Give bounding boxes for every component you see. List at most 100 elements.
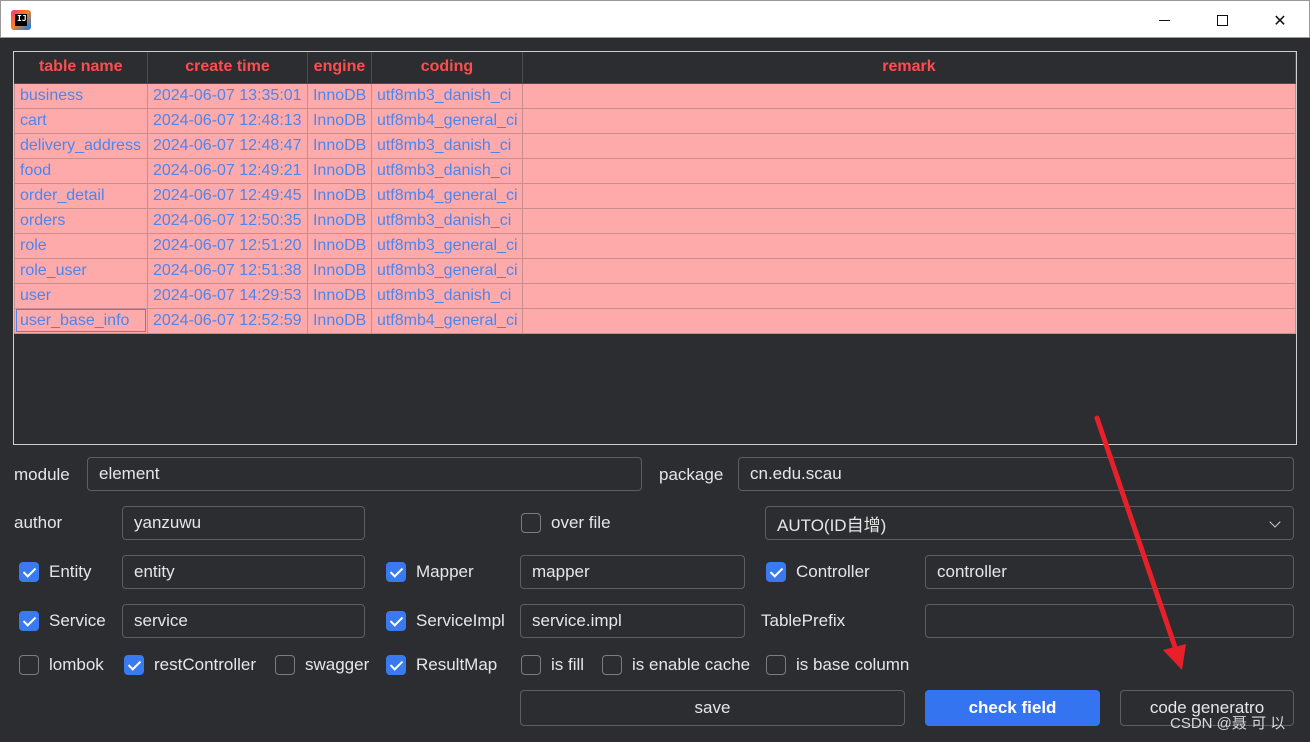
serviceimpl-label: ServiceImpl	[416, 611, 505, 630]
tableprefix-input[interactable]	[925, 604, 1294, 638]
cell-engine[interactable]: InnoDB	[306, 182, 372, 209]
cell-create-time[interactable]: 2024-06-07 12:51:38	[146, 257, 308, 284]
minimize-button[interactable]	[1135, 1, 1193, 39]
id-type-select[interactable]: AUTO(ID自增)	[765, 506, 1294, 540]
is-fill-checkbox[interactable]	[521, 655, 541, 675]
swagger-label: swagger	[305, 655, 370, 674]
table-row[interactable]: delivery_address 2024-06-07 12:48:47 InnoD…	[14, 132, 1296, 159]
table-row[interactable]: order_detail 2024-06-07 12:49:45 InnoDB utf…	[14, 182, 1296, 209]
entity-checkbox[interactable]	[19, 562, 39, 582]
serviceimpl-input[interactable]: service.impl	[520, 604, 745, 638]
cell-create-time[interactable]: 2024-06-07 12:51:20	[146, 232, 308, 259]
cell-table-name[interactable]: delivery_address	[14, 132, 148, 159]
cell-remark[interactable]	[521, 282, 1296, 309]
column-header-remark[interactable]: remark	[522, 52, 1296, 84]
table-row[interactable]: food 2024-06-07 12:49:21 InnoDB utf8mb3_dan…	[14, 157, 1296, 184]
cell-create-time[interactable]: 2024-06-07 13:35:01	[146, 82, 308, 109]
cell-engine[interactable]: InnoDB	[306, 282, 372, 309]
table-row[interactable]: business 2024-06-07 13:35:01 InnoDB utf8mb3…	[14, 82, 1296, 109]
service-input[interactable]: service	[122, 604, 365, 638]
cell-coding[interactable]: utf8mb4_general_ci	[370, 182, 523, 209]
cell-create-time[interactable]: 2024-06-07 12:49:21	[146, 157, 308, 184]
table-row[interactable]: orders 2024-06-07 12:50:35 InnoDB utf8mb3_d…	[14, 207, 1296, 234]
module-input[interactable]: element	[87, 457, 642, 491]
cell-remark[interactable]	[521, 132, 1296, 159]
watermark: CSDN @聂 可 以	[1170, 715, 1286, 732]
cell-engine[interactable]: InnoDB	[306, 232, 372, 259]
cell-table-name[interactable]: role_user	[14, 257, 148, 284]
column-header-coding[interactable]: coding	[371, 52, 523, 84]
column-header-table-name[interactable]: table name	[14, 52, 148, 84]
cell-engine[interactable]: InnoDB	[306, 157, 372, 184]
mapper-input[interactable]: mapper	[520, 555, 745, 589]
cell-create-time[interactable]: 2024-06-07 12:50:35	[146, 207, 308, 234]
cell-create-time[interactable]: 2024-06-07 12:49:45	[146, 182, 308, 209]
cell-coding[interactable]: utf8mb3_general_ci	[370, 232, 523, 259]
table-row[interactable]: role_user 2024-06-07 12:51:38 InnoDB utf8mb…	[14, 257, 1296, 284]
cell-coding[interactable]: utf8mb3_danish_ci	[370, 132, 523, 159]
over-file-label: over file	[551, 513, 611, 532]
table-body: business 2024-06-07 13:35:01 InnoDB utf8mb3…	[14, 82, 1296, 334]
resultmap-checkbox[interactable]	[386, 655, 406, 675]
table-list[interactable]: table name create time engine coding rem…	[13, 51, 1297, 445]
mapper-checkbox[interactable]	[386, 562, 406, 582]
author-input[interactable]: yanzuwu	[122, 506, 365, 540]
cell-coding[interactable]: utf8mb4_general_ci	[370, 107, 523, 134]
cell-table-name[interactable]: business	[14, 82, 148, 109]
cell-engine[interactable]: InnoDB	[306, 307, 372, 334]
cell-create-time[interactable]: 2024-06-07 14:29:53	[146, 282, 308, 309]
cell-remark[interactable]	[521, 182, 1296, 209]
enable-cache-checkbox[interactable]	[602, 655, 622, 675]
cell-remark[interactable]	[521, 257, 1296, 284]
cell-coding[interactable]: utf8mb3_danish_ci	[370, 207, 523, 234]
lombok-checkbox[interactable]	[19, 655, 39, 675]
cell-coding[interactable]: utf8mb3_danish_ci	[370, 282, 523, 309]
cell-table-name[interactable]: cart	[14, 107, 148, 134]
cell-coding[interactable]: utf8mb4_general_ci	[370, 307, 523, 334]
cell-coding[interactable]: utf8mb3_general_ci	[370, 257, 523, 284]
over-file-checkbox[interactable]	[521, 513, 541, 533]
cell-engine[interactable]: InnoDB	[306, 107, 372, 134]
cell-table-name[interactable]: user	[14, 282, 148, 309]
service-checkbox[interactable]	[19, 611, 39, 631]
maximize-button[interactable]	[1193, 1, 1251, 39]
cell-remark[interactable]	[521, 307, 1296, 334]
serviceimpl-checkbox[interactable]	[386, 611, 406, 631]
cell-table-name[interactable]: food	[14, 157, 148, 184]
table-row[interactable]: user 2024-06-07 14:29:53 InnoDB utf8mb3_dan…	[14, 282, 1296, 309]
cell-create-time[interactable]: 2024-06-07 12:48:47	[146, 132, 308, 159]
cell-engine[interactable]: InnoDB	[306, 207, 372, 234]
is-fill-label: is fill	[551, 655, 585, 674]
cell-remark[interactable]	[521, 82, 1296, 109]
cell-coding[interactable]: utf8mb3_danish_ci	[370, 82, 523, 109]
controller-input[interactable]: controller	[925, 555, 1294, 589]
cell-table-name[interactable]: orders	[14, 207, 148, 234]
swagger-checkbox[interactable]	[275, 655, 295, 675]
restcontroller-checkbox[interactable]	[124, 655, 144, 675]
cell-create-time[interactable]: 2024-06-07 12:48:13	[146, 107, 308, 134]
save-button[interactable]: save	[520, 690, 905, 726]
controller-checkbox[interactable]	[766, 562, 786, 582]
cell-remark[interactable]	[521, 232, 1296, 259]
package-input[interactable]: cn.edu.scau	[738, 457, 1294, 491]
cell-table-name[interactable]: user_base_info	[14, 307, 148, 334]
check-field-button[interactable]: check field	[925, 690, 1100, 726]
cell-engine[interactable]: InnoDB	[306, 82, 372, 109]
cell-create-time[interactable]: 2024-06-07 12:52:59	[146, 307, 308, 334]
cell-remark[interactable]	[521, 157, 1296, 184]
cell-engine[interactable]: InnoDB	[306, 257, 372, 284]
cell-table-name[interactable]: role	[14, 232, 148, 259]
cell-table-name[interactable]: order_detail	[14, 182, 148, 209]
cell-remark[interactable]	[521, 107, 1296, 134]
cell-engine[interactable]: InnoDB	[306, 132, 372, 159]
close-button[interactable]: ✕	[1251, 1, 1309, 39]
table-row[interactable]: cart 2024-06-07 12:48:13 InnoDB utf8mb4_gen…	[14, 107, 1296, 134]
cell-coding[interactable]: utf8mb3_danish_ci	[370, 157, 523, 184]
table-row[interactable]: role 2024-06-07 12:51:20 InnoDB utf8mb3_gen…	[14, 232, 1296, 259]
entity-input[interactable]: entity	[122, 555, 365, 589]
table-row[interactable]: user_base_info 2024-06-07 12:52:59 InnoDB u…	[14, 307, 1296, 334]
column-header-create-time[interactable]: create time	[147, 52, 308, 84]
base-column-checkbox[interactable]	[766, 655, 786, 675]
cell-remark[interactable]	[521, 207, 1296, 234]
column-header-engine[interactable]: engine	[307, 52, 372, 84]
